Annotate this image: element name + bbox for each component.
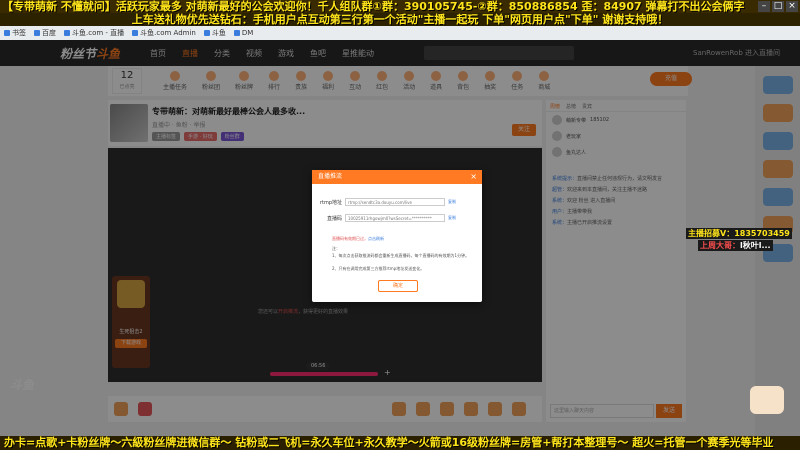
bookmark-label: 斗鱼.com Admin	[140, 29, 196, 37]
confirm-button[interactable]: 确定	[378, 280, 418, 292]
week-label: 上周大哥：	[700, 241, 740, 250]
refresh-link[interactable]: 点击刷新	[368, 236, 384, 241]
note-line: 2、只有在调用完成第三方推荐rtmp地址发送变化。	[332, 266, 425, 271]
week-value: l秋叶l...	[740, 241, 771, 250]
rtmp-field[interactable]: rtmp://sendtc3a.douyu.com/live	[345, 198, 445, 206]
minimize-icon[interactable]: –	[758, 1, 770, 12]
bookmark-2[interactable]: 斗鱼.com - 直播	[64, 28, 124, 38]
bookmark-icon	[64, 30, 70, 36]
bookmark-4[interactable]: 斗鱼	[203, 28, 226, 38]
bookmark-3[interactable]: 斗鱼.com Admin	[132, 28, 196, 38]
bookmarks-bar: 书签 百度 斗鱼.com - 直播 斗鱼.com Admin 斗鱼 DM	[0, 26, 800, 40]
pet-mascot-icon	[750, 386, 784, 414]
close-window-icon[interactable]: ×	[786, 1, 798, 12]
top-banner-text: 【专带萌新 不懂就问】活跃玩家最多 对萌新最好的公会欢迎你！千人组队群①群：39…	[2, 0, 745, 13]
week-overlay: 上周大哥：l秋叶l...	[698, 240, 773, 251]
code-field[interactable]: 10025911rhgowjm0?wsSecret=**********	[345, 214, 445, 222]
second-banner-text: 上车送礼物优先送钻石：手机用户点互动第三行第一个活动"主播一起玩 下单"网页用户…	[131, 13, 669, 26]
code-label: 直播码	[326, 215, 342, 222]
bookmark-1[interactable]: 百度	[34, 28, 56, 38]
rtmp-label: rtmp地址	[319, 199, 342, 206]
app-root: 书签 百度 斗鱼.com - 直播 斗鱼.com Admin 斗鱼 DM 粉丝节…	[0, 0, 800, 450]
bookmark-icon	[233, 30, 240, 36]
bookmark-5[interactable]: DM	[233, 29, 254, 37]
rtmp-row: rtmp地址 rtmp://sendtc3a.douyu.com/live 复制	[318, 198, 456, 206]
window-controls: – □ ×	[758, 1, 798, 12]
maximize-icon[interactable]: □	[772, 1, 784, 12]
code-row: 直播码 10025911rhgowjm0?wsSecret=**********…	[318, 214, 456, 222]
dialog-title: 直播推流	[318, 173, 343, 180]
copy-rtmp-button[interactable]: 复制	[448, 199, 456, 205]
dialog-header: 直播推流 ×	[312, 170, 482, 184]
recruit-label: 主播招募V：	[688, 229, 735, 238]
bookmark-icon	[4, 30, 10, 36]
bookmark-label: 百度	[42, 29, 56, 37]
copy-code-button[interactable]: 复制	[448, 215, 456, 221]
second-banner: 上车送礼物优先送钻石：手机用户点互动第三行第一个活动"主播一起玩 下单"网页用户…	[0, 13, 800, 26]
note-title: 注：	[332, 246, 340, 251]
bookmark-0[interactable]: 书签	[4, 28, 26, 38]
top-banner: 【专带萌新 不懂就问】活跃玩家最多 对萌新最好的公会欢迎你！千人组队群①群：39…	[0, 0, 800, 13]
bookmark-label: 斗鱼	[211, 29, 226, 37]
bookmark-icon	[203, 30, 210, 36]
push-stream-dialog: 直播推流 × rtmp地址 rtmp://sendtc3a.douyu.com/…	[312, 170, 482, 302]
recruit-value: 1835703459	[734, 229, 790, 238]
bottom-banner: 办卡=点歌+卡粉丝牌～六級粉丝牌进微信群～ 钻粉或二飞机=永久车位+永久教学～火…	[0, 436, 800, 450]
recruit-overlay: 主播招募V：1835703459	[686, 228, 792, 239]
bookmark-icon	[34, 30, 40, 36]
warning-text: 直播码有效期已过，点击刷新	[332, 236, 384, 242]
close-icon[interactable]: ×	[470, 170, 477, 184]
bookmark-label: 书签	[12, 29, 26, 37]
bookmark-icon	[132, 30, 139, 36]
bookmark-label: DM	[241, 29, 254, 37]
warning-msg: 直播码有效期已过，	[332, 236, 368, 241]
bookmark-label: 斗鱼.com - 直播	[72, 29, 125, 37]
note-line: 1、每次点击获取推流码都会重新生成直播码，每个直播码的有效期为1分钟。	[332, 253, 470, 258]
